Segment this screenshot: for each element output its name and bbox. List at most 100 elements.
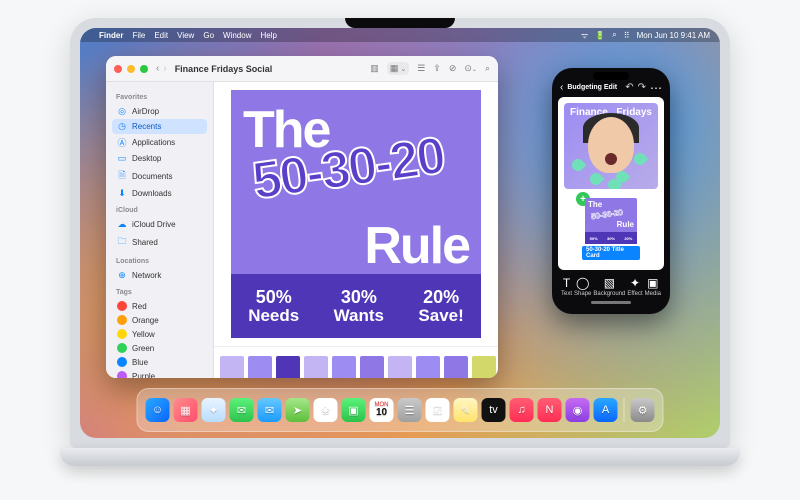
battery-icon[interactable]: 🔋 [595,31,605,40]
gallery-thumbnail[interactable] [444,356,468,379]
dock-icon-finder[interactable]: ☺ [146,398,170,422]
tool-text[interactable]: TText [561,276,572,297]
iphone-mirroring-window[interactable]: ‹ Budgeting Edit ↶ ↷ ⋯ Finance Fridays [552,68,670,314]
dock-separator [624,398,625,422]
nav-back-button[interactable]: ‹ [156,63,159,74]
sidebar-item-documents[interactable]: 🗎Documents [112,166,207,186]
sidebar-item-airdrop[interactable]: ◎AirDrop [112,104,207,119]
dock-icon-facetime[interactable]: ▣ [342,398,366,422]
dock-icon-music[interactable]: ♫ [510,398,534,422]
dock-icon-news[interactable]: N [538,398,562,422]
dock-icon-photos[interactable]: ❀ [314,398,338,422]
sidebar-tag-red[interactable]: Red [112,299,207,313]
window-zoom-button[interactable] [140,65,148,73]
sidebar-tag-orange[interactable]: Orange [112,313,207,327]
dock-icon-launchpad[interactable]: ▦ [174,398,198,422]
gallery-thumbnail[interactable] [304,356,328,379]
leaf-icon [570,157,587,174]
undo-icon[interactable]: ↶ [625,82,633,93]
sidebar-tag-blue[interactable]: Blue [112,355,207,369]
menubar-item-go[interactable]: Go [203,31,214,40]
canvas-photo[interactable]: Finance Fridays [564,103,658,189]
actions-menu-icon[interactable]: ⊙⌄ [464,63,477,74]
gallery-thumbnail[interactable] [248,356,272,379]
sidebar-section-tags: Tags [116,289,207,296]
mini-text-the: The [588,200,602,209]
menubar-item-file[interactable]: File [132,31,145,40]
sidebar-item-label: Downloads [132,189,172,198]
tool-media[interactable]: ▣Media [645,276,661,297]
window-close-button[interactable] [114,65,122,73]
canvas-title-card[interactable]: + The 50-30-20 Rule 50% 30% 20% 50-30-20… [582,198,640,260]
sidebar-item-downloads[interactable]: ⬇Downloads [112,186,207,201]
share-icon[interactable]: ⇪ [433,63,441,74]
tool-background[interactable]: ▧Background [593,276,625,297]
sidebar-item-icloud-drive[interactable]: ☁iCloud Drive [112,217,207,232]
calendar-daynum: 10 [376,408,387,418]
menubar-item-help[interactable]: Help [260,31,276,40]
sidebar-item-label: Blue [132,358,148,367]
dock-icon-notes[interactable]: ✎ [454,398,478,422]
dock-icon-tv[interactable]: tv [482,398,506,422]
sidebar-item-label: Network [132,271,161,280]
dock-icon-calendar[interactable]: MON10 [370,398,394,422]
menubar-app-name[interactable]: Finder [99,31,123,40]
search-icon[interactable]: ⌕ [485,63,490,74]
iphone-home-indicator[interactable] [591,301,631,304]
gallery-thumbnail[interactable] [416,356,440,379]
nav-forward-button[interactable]: › [163,63,166,74]
sidebar-section-icloud: iCloud [116,207,207,214]
sidebar-tag-yellow[interactable]: Yellow [112,327,207,341]
menubar-item-window[interactable]: Window [223,31,251,40]
tool-shape[interactable]: ◯Shape [574,276,591,297]
poster-50-30-20[interactable]: The 50-30-20 Rule 50% Needs 30% Wants [231,90,481,338]
gallery-thumbnail[interactable] [276,356,300,379]
finder-thumbnail-strip [214,346,498,378]
window-minimize-button[interactable] [127,65,135,73]
gallery-thumbnail[interactable] [360,356,384,379]
tags-icon[interactable]: ⊘ [449,63,457,74]
dock-icon-mail[interactable]: ✉ [258,398,282,422]
iphone-canvas[interactable]: Finance Fridays + The 50-30-20 [558,97,664,270]
wifi-icon[interactable]: ᯤ [581,30,588,41]
view-mode-picker[interactable]: ▦ ⌄ [387,62,409,75]
sidebar-item-applications[interactable]: ⒶApplications [112,134,207,151]
tag-dot-icon [117,315,127,325]
dock-icon-contacts[interactable]: ☰ [398,398,422,422]
dock-icon-system[interactable]: ⚙ [631,398,655,422]
sidebar-tag-purple[interactable]: Purple [112,369,207,378]
gallery-thumbnail[interactable] [332,356,356,379]
sidebar-item-label: Green [132,344,154,353]
sidebar-item-label: Orange [132,316,159,325]
control-center-icon[interactable]: ⠿ [624,31,630,40]
mini-band: 50% 30% 20% [585,232,637,244]
sidebar-tag-green[interactable]: Green [112,341,207,355]
finder-window: ‹ › Finance Fridays Social ▥ ▦ ⌄ ☰ ⇪ ⊘ ⊙… [106,56,498,378]
media-icon: ▣ [647,276,658,290]
menubar-item-edit[interactable]: Edit [154,31,168,40]
tag-dot-icon [117,343,127,353]
sidebar-item-desktop[interactable]: ▭Desktop [112,151,207,166]
sidebar-item-recents[interactable]: ◷Recents [112,119,207,134]
sidebar-item-shared[interactable]: 🗀Shared [112,232,207,252]
redo-icon[interactable]: ↷ [638,82,646,93]
dock-icon-maps[interactable]: ➤ [286,398,310,422]
tool-effect[interactable]: ✦Effect [627,276,642,297]
gallery-thumbnail[interactable] [472,356,496,379]
dock-icon-safari[interactable]: ✦ [202,398,226,422]
sidebar-item-network[interactable]: ⊕Network [112,268,207,283]
group-by-icon[interactable]: ☰ [417,63,425,74]
menubar-datetime[interactable]: Mon Jun 10 9:41 AM [637,31,710,40]
dock-icon-podcasts[interactable]: ◉ [566,398,590,422]
poster-band-label: Save! [418,307,463,325]
gallery-view-icon[interactable]: ▥ [370,63,379,74]
window-traffic-lights [114,65,148,73]
spotlight-icon[interactable]: ⌕ [612,30,616,40]
dock-icon-reminders[interactable]: ☑ [426,398,450,422]
iphone-back-button[interactable]: ‹ [560,82,563,93]
menubar-item-view[interactable]: View [177,31,194,40]
dock-icon-appstore[interactable]: A [594,398,618,422]
gallery-thumbnail[interactable] [220,356,244,379]
gallery-thumbnail[interactable] [388,356,412,379]
dock-icon-messages[interactable]: ✉ [230,398,254,422]
